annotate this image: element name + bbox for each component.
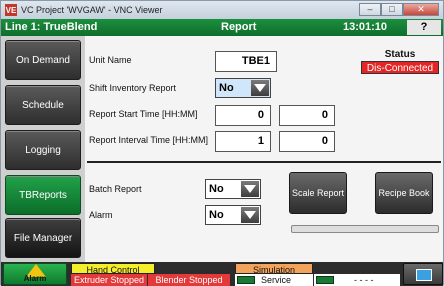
start-hours-field[interactable]: 0 (215, 105, 271, 126)
sidebar-item-logging[interactable]: Logging (5, 130, 81, 170)
mode-label: - - - - (354, 275, 374, 285)
sidebar-item-schedule[interactable]: Schedule (5, 85, 81, 125)
sidebar-item-tbreports[interactable]: TBReports (5, 175, 81, 215)
batch-report-select[interactable]: No (205, 179, 261, 199)
window-title: VC Project 'WVGAW' - VNC Viewer (21, 5, 163, 15)
service-status: Service (235, 274, 313, 286)
simulation-header: Simulation (235, 263, 313, 275)
report-panel: Unit Name TBE1 Status Dis-Connected Shif… (85, 36, 443, 262)
mode-indicator-icon (316, 276, 334, 284)
shift-report-select[interactable]: No (215, 78, 271, 98)
clock: 13:01:10 (343, 21, 388, 33)
window-icon (416, 269, 432, 281)
alarm-label: Alarm (23, 274, 47, 283)
shift-report-label: Shift Inventory Report (89, 83, 177, 93)
shift-report-value: No (219, 82, 234, 94)
alarm-select[interactable]: No (205, 205, 261, 225)
progress-bar (291, 225, 439, 233)
status-badge: Dis-Connected (361, 61, 439, 74)
close-button[interactable]: ✕ (403, 3, 439, 16)
start-minutes-field[interactable]: 0 (279, 105, 335, 126)
alarm-button[interactable]: Alarm (3, 263, 67, 285)
batch-report-label: Batch Report (89, 184, 142, 194)
status-title: Status (384, 49, 416, 60)
blender-status: Blender Stopped (148, 274, 230, 286)
exit-button[interactable] (403, 263, 443, 285)
chevron-down-icon (241, 207, 259, 223)
line-title: Line 1: TrueBlend (5, 21, 98, 33)
interval-hours-field[interactable]: 1 (215, 131, 271, 152)
hand-control-header: Hand Control (71, 263, 155, 275)
maximize-button[interactable]: □ (381, 3, 403, 16)
sidebar: On Demand Schedule Logging TBReports Fil… (1, 36, 85, 262)
sidebar-item-file-manager[interactable]: File Manager (5, 218, 81, 258)
alarm-value: No (209, 209, 224, 221)
start-time-label: Report Start Time [HH:MM] (89, 109, 198, 119)
interval-minutes-field[interactable]: 0 (279, 131, 335, 152)
mode-status: - - - - (314, 274, 400, 286)
unit-name-label: Unit Name (89, 55, 132, 65)
service-label: Service (261, 275, 292, 285)
chevron-down-icon (251, 80, 269, 96)
recipe-book-button[interactable]: Recipe Book (375, 172, 433, 214)
scale-report-button[interactable]: Scale Report (289, 172, 347, 214)
status-box: Status Dis-Connected (361, 49, 439, 74)
chevron-down-icon (241, 181, 259, 197)
minimize-button[interactable]: – (359, 3, 381, 16)
vnc-icon: VE (5, 4, 17, 16)
alarm-label: Alarm (89, 210, 113, 220)
unit-name-field[interactable]: TBE1 (215, 51, 277, 72)
hmi-header: Line 1: TrueBlend Report 13:01:10 ? (1, 19, 443, 36)
section-divider (87, 161, 441, 163)
page-title: Report (221, 21, 257, 33)
vnc-window: VE VC Project 'WVGAW' - VNC Viewer – □ ✕… (0, 0, 444, 286)
interval-time-label: Report Interval Time [HH:MM] (89, 135, 209, 145)
service-indicator-icon (237, 276, 255, 284)
window-titlebar: VE VC Project 'WVGAW' - VNC Viewer – □ ✕ (1, 1, 443, 19)
batch-report-value: No (209, 183, 224, 195)
sidebar-item-on-demand[interactable]: On Demand (5, 40, 81, 80)
help-button[interactable]: ? (407, 20, 441, 35)
extruder-status: Extruder Stopped (71, 274, 147, 286)
